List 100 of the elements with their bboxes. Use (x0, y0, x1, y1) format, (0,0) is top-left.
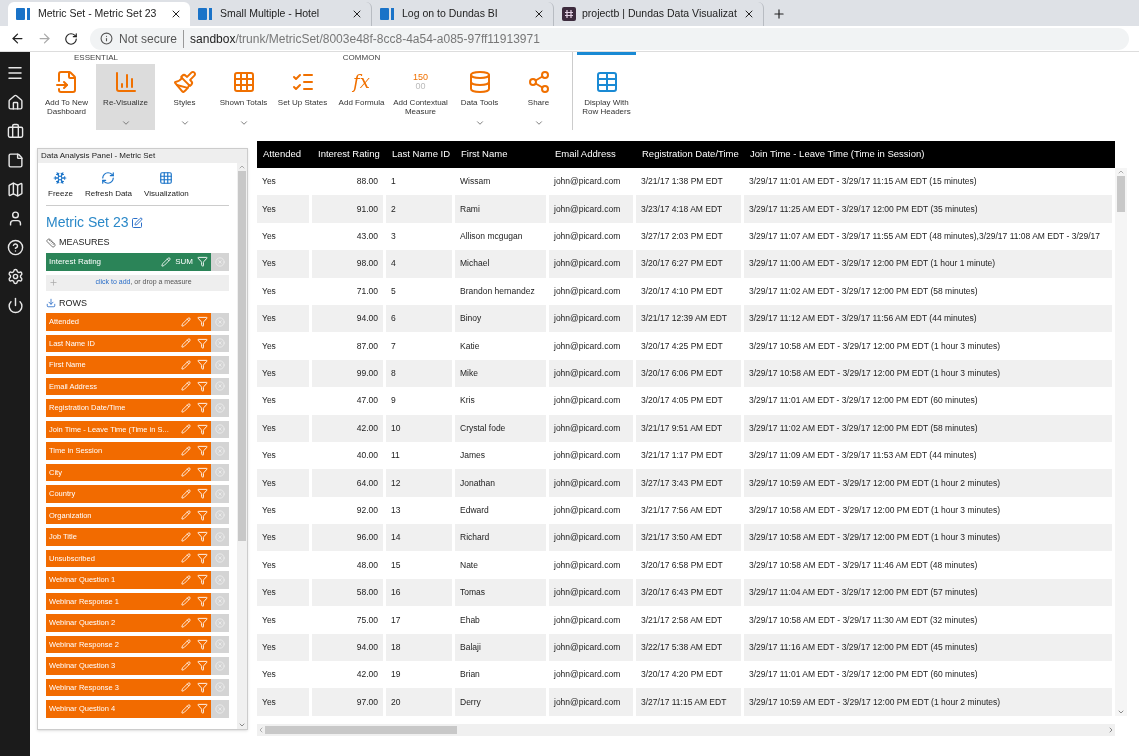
section-heading: MEASURES (59, 236, 110, 249)
horizontal-scrollbar[interactable] (257, 723, 1115, 736)
address-bar[interactable]: Not secure sandbox/trunk/MetricSet/8003e48f-8cc8-4a54-a085-97ff11913971 (90, 27, 1129, 50)
toolbar-button[interactable]: Shown Totals (214, 64, 273, 130)
browser-tab[interactable]: Metric Set - Metric Set 23 (8, 2, 190, 26)
measure-item[interactable]: Interest Rating SUM (46, 252, 211, 271)
column-header[interactable]: First Name (455, 147, 549, 162)
table-cell: Richard (455, 524, 549, 552)
tab-title: Log on to Dundas BI (402, 6, 499, 22)
toolbar-button[interactable]: 150 00 Add Contextual Measure (391, 64, 450, 130)
table-cell: john@picard.com (549, 578, 636, 607)
database-icon (467, 70, 492, 94)
filter-icon[interactable] (197, 359, 208, 371)
filter-icon[interactable] (197, 445, 208, 457)
filter-icon[interactable] (197, 337, 208, 349)
table-cell: Yes (257, 688, 312, 716)
toolbar-button[interactable]: Re-Visualize (96, 64, 155, 130)
table-cell: 20 (386, 688, 455, 716)
section-label: COMMON (342, 53, 381, 62)
scroll-down-icon[interactable] (238, 721, 246, 729)
filter-icon[interactable] (197, 488, 208, 500)
column-header[interactable]: Interest Rating (312, 147, 386, 162)
column-header[interactable]: Email Address (549, 147, 636, 162)
toolbar-button[interactable]: fx Add Formula (332, 64, 391, 130)
refresh-icon (101, 171, 116, 185)
filter-icon[interactable] (197, 552, 208, 564)
close-icon[interactable] (351, 8, 363, 20)
table-cell: 3/29/17 11:12 AM EDT - 3/29/17 11:56 AM EDT (44 minutes) (744, 304, 1115, 333)
home-icon[interactable] (6, 94, 24, 111)
settings-icon[interactable] (6, 268, 24, 285)
vertical-scrollbar[interactable] (1115, 168, 1127, 716)
column-header[interactable]: Attended (257, 147, 312, 162)
filter-icon[interactable] (197, 660, 208, 672)
table-cell: john@picard.com (549, 688, 636, 716)
scroll-up-icon[interactable] (1117, 168, 1125, 176)
toolbar-button[interactable]: Data Tools (450, 64, 509, 130)
filter-icon[interactable] (197, 617, 208, 629)
table-cell: 3/20/17 6:27 PM EDT (636, 250, 744, 278)
toolbar-button[interactable]: Styles (155, 64, 214, 130)
column-header[interactable]: Registration Date/Time (636, 147, 744, 162)
toolbar-button[interactable]: Share (509, 64, 568, 130)
table-cell: 16 (386, 578, 455, 607)
column-header[interactable]: Last Name ID (386, 147, 455, 162)
scroll-up-icon[interactable] (238, 163, 246, 171)
table-cell: 42.00 (312, 414, 386, 442)
scroll-left-icon[interactable] (257, 725, 265, 734)
table-cell: Yes (257, 250, 312, 278)
panel-tool-button[interactable]: Refresh Data (82, 171, 135, 200)
scrollbar-thumb[interactable] (265, 725, 457, 734)
scroll-right-icon[interactable] (1107, 725, 1115, 734)
table-cell: 10 (386, 414, 455, 442)
power-icon[interactable] (6, 297, 24, 314)
table-cell: 94.00 (312, 304, 386, 333)
panel-tool-button[interactable]: Visualization (142, 171, 191, 200)
toolbar-button[interactable]: Display With Row Headers (577, 64, 636, 130)
caret-icon (474, 118, 485, 128)
toolbar-button[interactable]: Set Up States (273, 64, 332, 130)
filter-icon[interactable] (197, 638, 208, 650)
column-header[interactable]: Join Time - Leave Time (Time in Session) (744, 147, 1115, 162)
table-cell: 3/29/17 10:58 AM EDT - 3/29/17 12:00 PM EDT (1 hour 3 minutes) (744, 524, 1115, 552)
table-cell: 3/27/17 11:15 AM EDT (636, 688, 744, 716)
new-tab-icon[interactable] (771, 7, 786, 21)
filter-icon[interactable] (197, 681, 208, 693)
panel-tool-button[interactable]: Freeze (46, 171, 75, 200)
brush-icon (172, 70, 197, 94)
table-cell: 96.00 (312, 524, 386, 552)
filter-icon[interactable] (197, 531, 208, 543)
filter-icon[interactable] (197, 380, 208, 392)
bar-chart-icon (113, 70, 138, 94)
map-icon[interactable] (6, 181, 24, 198)
table-cell: Yes (257, 469, 312, 497)
edit-icon[interactable] (131, 216, 144, 229)
back-icon[interactable] (10, 31, 25, 46)
filter-icon[interactable] (197, 256, 208, 267)
table-cell: john@picard.com (549, 524, 636, 552)
filter-icon[interactable] (197, 316, 208, 328)
briefcase-icon[interactable] (6, 123, 24, 140)
note-icon[interactable] (6, 152, 24, 169)
close-icon[interactable] (170, 8, 182, 20)
table-cell: 3/20/17 6:43 PM EDT (636, 578, 744, 607)
close-icon[interactable] (533, 8, 545, 20)
help-icon[interactable] (6, 239, 24, 256)
filter-icon[interactable] (197, 574, 208, 586)
filter-icon[interactable] (197, 466, 208, 478)
scrollbar-thumb[interactable] (238, 171, 246, 541)
panel-scrollbar[interactable] (237, 163, 247, 729)
menu-icon[interactable] (6, 64, 24, 82)
table-cell: 3/22/17 5:38 AM EDT (636, 633, 744, 662)
scrollbar-thumb[interactable] (1117, 176, 1125, 212)
forward-icon[interactable] (37, 31, 52, 46)
reload-icon[interactable] (64, 31, 78, 46)
filter-icon[interactable] (197, 509, 208, 521)
filter-icon[interactable] (197, 402, 208, 414)
section-label: ESSENTIAL (74, 53, 118, 62)
toolbar-button[interactable]: Add To New Dashboard (37, 64, 96, 130)
table-cell: 3/29/17 11:00 AM EDT - 3/29/17 12:00 PM EDT (1 hour 1 minute) (744, 250, 1115, 278)
filter-icon[interactable] (197, 595, 208, 607)
filter-icon[interactable] (197, 423, 208, 435)
filter-icon[interactable] (197, 703, 208, 715)
add-icon[interactable] (49, 278, 58, 287)
